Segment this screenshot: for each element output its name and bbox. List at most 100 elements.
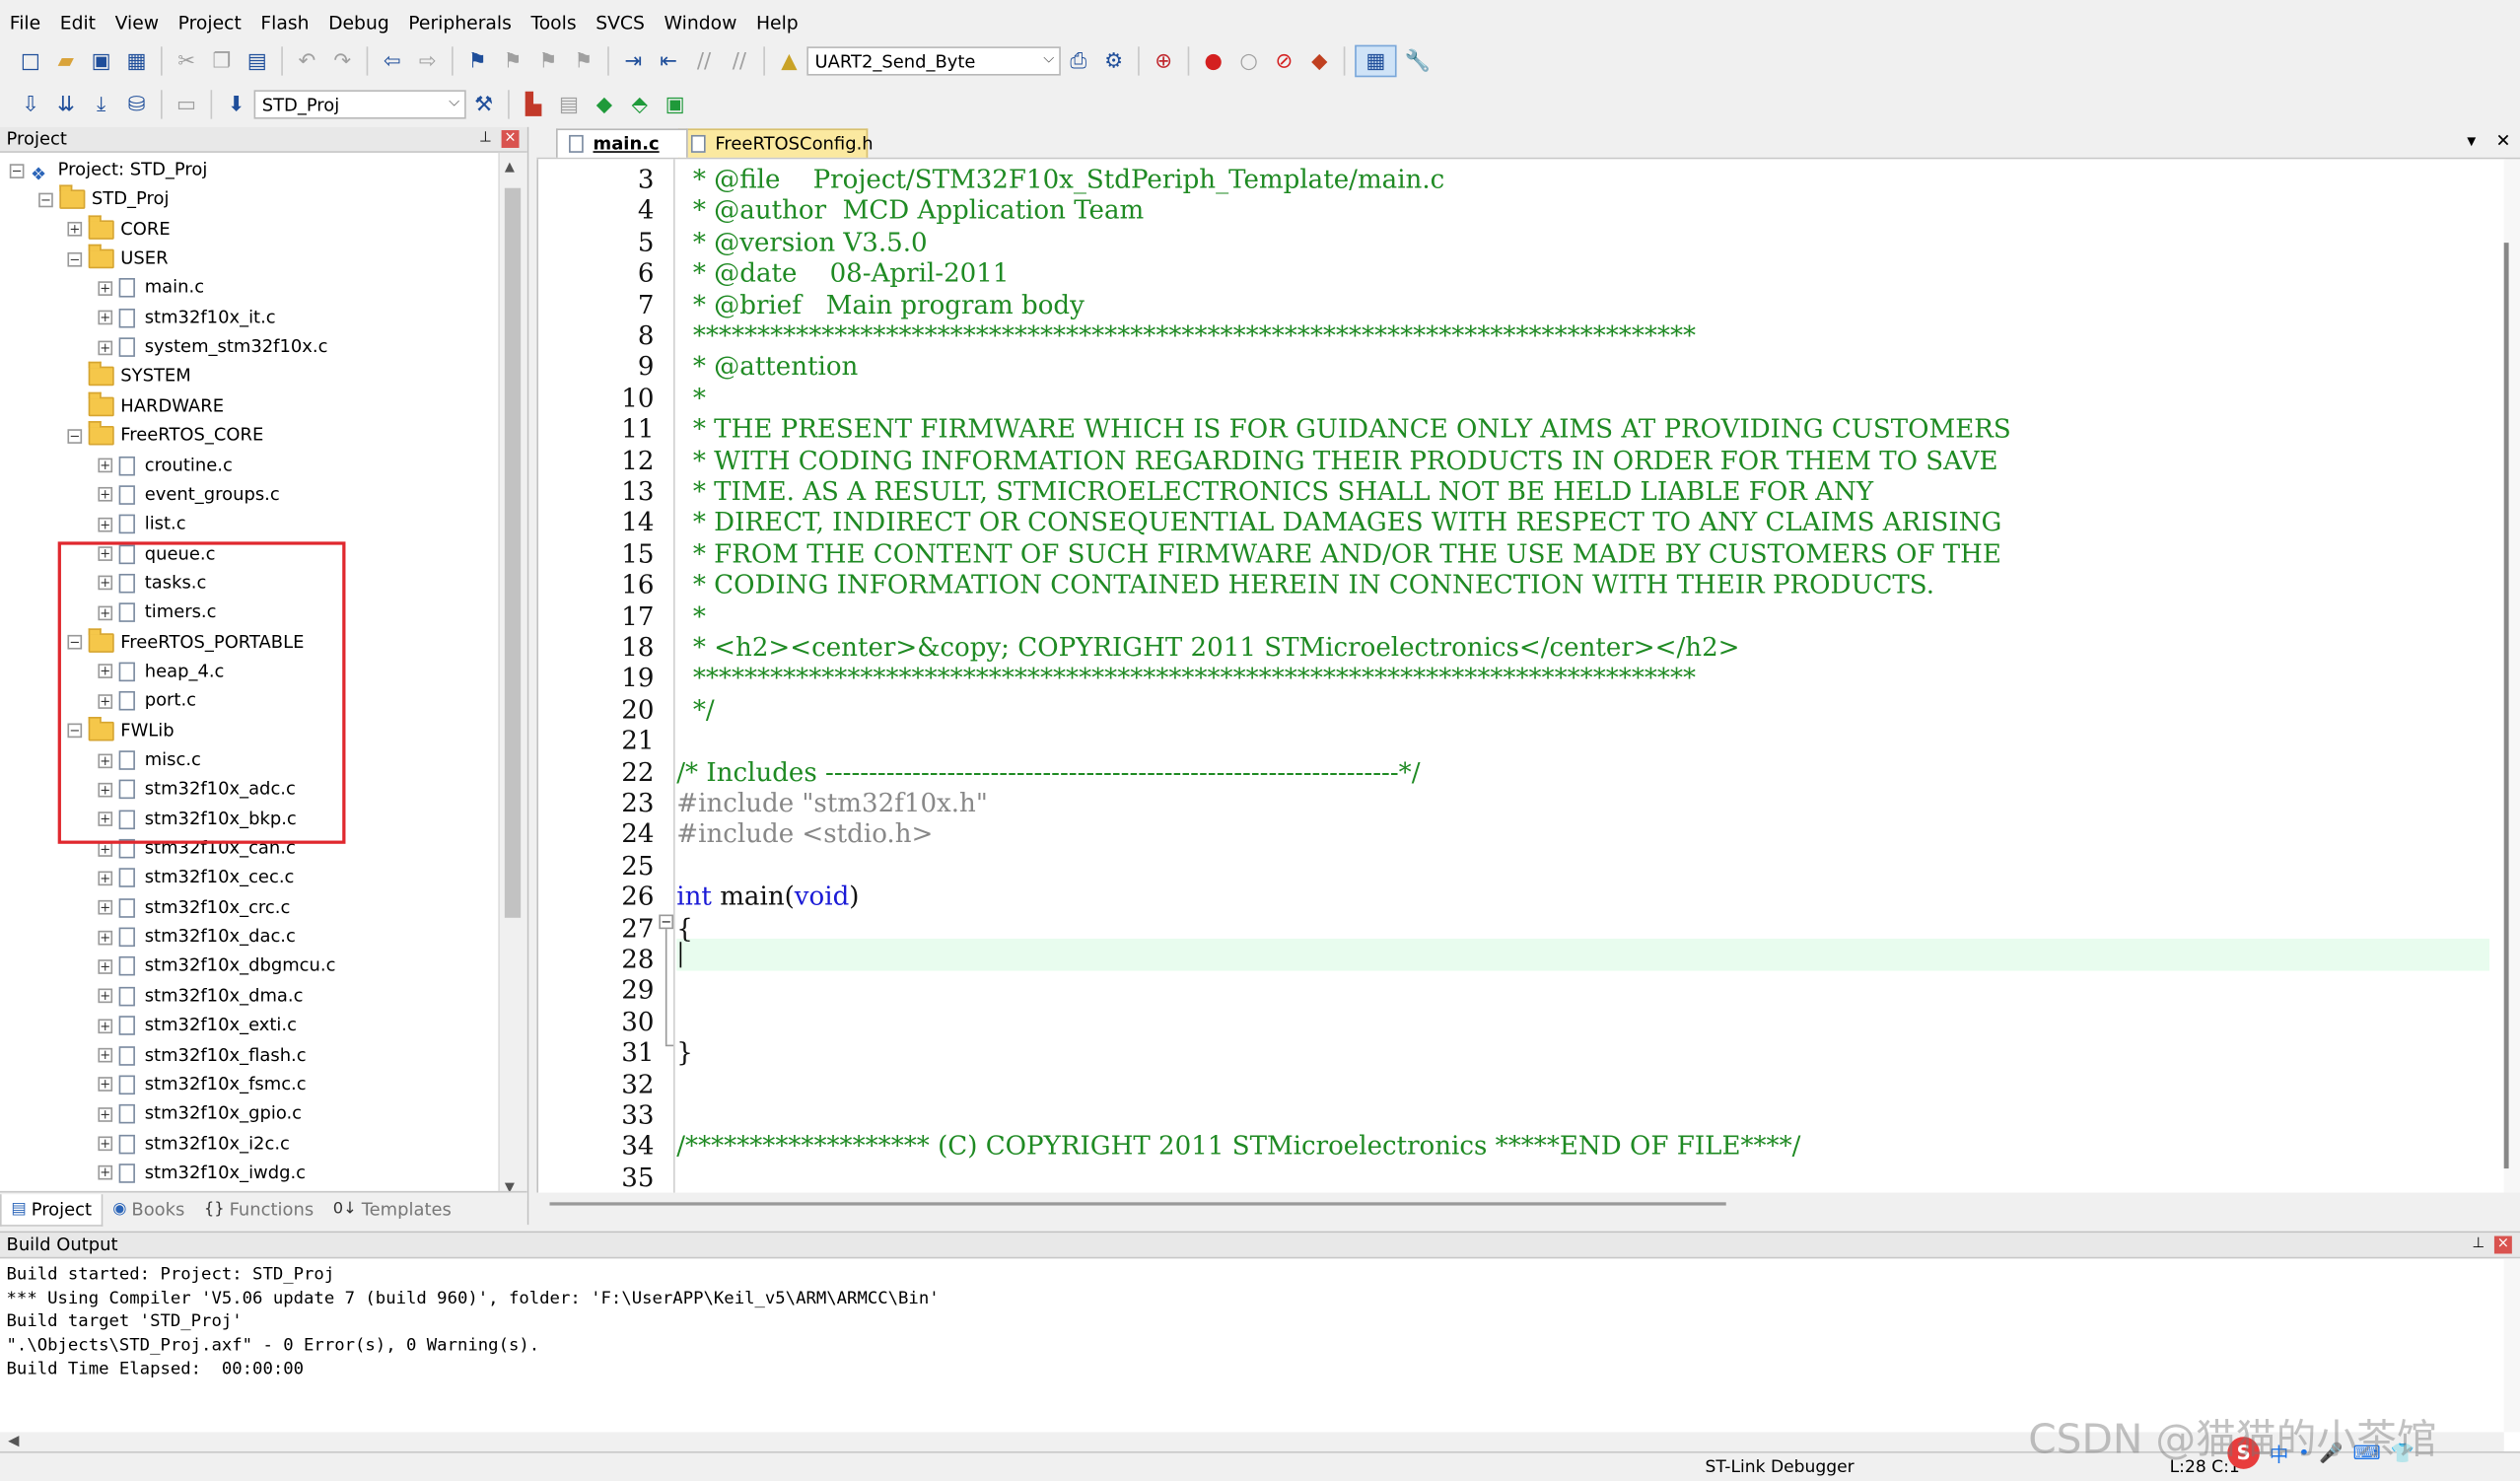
tab-project[interactable]: ▤ Project — [0, 1193, 104, 1226]
expand-icon[interactable]: + — [98, 1136, 113, 1152]
collapse-icon[interactable]: − — [67, 251, 83, 266]
tree-file-item[interactable]: + stm32f10x_iwdg.c — [98, 1159, 306, 1187]
pack-installer-icon[interactable]: ◆ — [590, 90, 618, 118]
build-icon[interactable]: ⇊ — [51, 90, 80, 118]
tree-file-item[interactable]: + stm32f10x_fsmc.c — [98, 1070, 307, 1098]
bookmark-icon[interactable]: ⚑ — [462, 46, 491, 75]
expand-icon[interactable]: + — [98, 517, 113, 532]
expand-icon[interactable]: + — [98, 900, 113, 915]
tree-file-item[interactable]: + main.c — [98, 274, 204, 303]
scroll-thumb[interactable] — [2503, 243, 2509, 1169]
breakpoint-kill-icon[interactable]: ⊘ — [1270, 46, 1298, 75]
rebuild-icon[interactable]: ⤓ — [87, 90, 115, 118]
tree-file-item[interactable]: + stm32f10x_exti.c — [98, 1012, 297, 1040]
expand-icon[interactable]: + — [98, 871, 113, 886]
tools-icon[interactable]: 🔧 — [1403, 46, 1432, 75]
expand-icon[interactable]: + — [98, 1018, 113, 1033]
find-in-files-icon[interactable]: ▲ — [775, 46, 804, 75]
close-icon[interactable]: × — [501, 130, 520, 148]
menu-edit[interactable]: Edit — [50, 7, 105, 39]
bookmark-next-icon[interactable]: ⚑ — [533, 46, 562, 75]
manage-components-icon[interactable]: ▙ — [520, 90, 548, 118]
breakpoint-kill-all-icon[interactable]: ◆ — [1305, 46, 1334, 75]
tree-folder-item[interactable]: − STD_Proj — [38, 185, 169, 214]
menu-window[interactable]: Window — [655, 7, 746, 39]
tree-file-item[interactable]: + croutine.c — [98, 451, 233, 479]
tree-file-item[interactable]: + stm32f10x_dbgmcu.c — [98, 952, 335, 981]
expand-icon[interactable]: + — [98, 1047, 113, 1063]
paste-icon[interactable]: ▤ — [243, 46, 271, 75]
project-tree-scrollbar[interactable]: ▲ ▼ — [498, 152, 527, 1201]
bookmark-prev-icon[interactable]: ⚑ — [498, 46, 526, 75]
target-options-icon[interactable]: ⚒ — [469, 90, 498, 118]
menu-view[interactable]: View — [105, 7, 169, 39]
stop-build-icon[interactable]: ▭ — [172, 90, 200, 118]
scroll-thumb[interactable] — [504, 187, 522, 918]
expand-icon[interactable]: + — [98, 988, 113, 1004]
tree-file-item[interactable]: + event_groups.c — [98, 480, 280, 509]
expand-icon[interactable]: + — [98, 487, 113, 503]
editor-vertical-scrollbar[interactable] — [2503, 159, 2520, 1193]
translate-icon[interactable]: ⇩ — [16, 90, 44, 118]
configure-icon[interactable]: ⚙ — [1099, 46, 1128, 75]
open-folder-icon[interactable]: ▰ — [51, 46, 80, 75]
expand-icon[interactable]: + — [98, 1106, 113, 1122]
tree-file-item[interactable]: + stm32f10x_cec.c — [98, 864, 294, 892]
save-all-icon[interactable]: ▦ — [122, 46, 151, 75]
file-extensions-icon[interactable]: ▤ — [554, 90, 583, 118]
code-editor[interactable]: 3 4 5 6 7 8 9 10 11 12 13 14 15 16 17 18 19 20 21 22 23 24 25 2… — [536, 159, 2506, 1193]
copy-icon[interactable]: ❐ — [207, 46, 236, 75]
select-pack-icon[interactable]: ▣ — [661, 90, 689, 118]
tree-project-root[interactable]: − ❖ Project: STD_Proj — [9, 156, 207, 184]
build-output-scrollbar[interactable] — [2503, 1258, 2520, 1433]
tree-file-item[interactable]: + stm32f10x_dma.c — [98, 982, 303, 1011]
tree-file-item[interactable]: + stm32f10x_gpio.c — [98, 1099, 302, 1128]
collapse-icon[interactable]: − — [9, 163, 25, 178]
tab-main-c[interactable]: main.c — [556, 128, 688, 158]
redo-icon[interactable]: ↷ — [328, 46, 357, 75]
uncomment-icon[interactable]: // — [725, 46, 753, 75]
batch-build-icon[interactable]: ⛁ — [122, 90, 151, 118]
pin-icon[interactable]: ⊥ — [479, 127, 492, 151]
close-tab-icon[interactable]: ✕ — [2496, 130, 2511, 151]
expand-icon[interactable]: + — [98, 311, 113, 325]
tab-list-dropdown-icon[interactable]: ▾ — [2467, 130, 2476, 151]
expand-icon[interactable]: + — [98, 930, 113, 945]
collapse-icon[interactable]: − — [38, 192, 53, 208]
unindent-icon[interactable]: ⇤ — [654, 46, 682, 75]
tree-file-item[interactable]: + stm32f10x_dac.c — [98, 923, 296, 952]
tab-templates[interactable]: 0↓ Templates — [323, 1194, 461, 1225]
breakpoint-disable-icon[interactable]: ○ — [1234, 46, 1263, 75]
menu-tools[interactable]: Tools — [522, 7, 587, 39]
menu-debug[interactable]: Debug — [318, 7, 398, 39]
menu-help[interactable]: Help — [746, 7, 807, 39]
tree-folder-item[interactable]: SYSTEM — [67, 362, 191, 390]
save-icon[interactable]: ▣ — [87, 46, 115, 75]
target-combo[interactable]: STD_Proj ⌵ — [253, 90, 466, 119]
tree-file-item[interactable]: + stm32f10x_it.c — [98, 304, 276, 332]
expand-icon[interactable]: + — [98, 281, 113, 296]
indent-icon[interactable]: ⇥ — [619, 46, 648, 75]
fold-collapse-icon[interactable]: − — [659, 914, 674, 930]
scroll-up-icon[interactable]: ▲ — [505, 159, 515, 174]
menu-svcs[interactable]: SVCS — [586, 7, 654, 39]
tab-books[interactable]: ◉ Books — [103, 1194, 194, 1225]
run-time-env-icon[interactable]: ⬘ — [625, 90, 654, 118]
find-icon[interactable]: ⎙ — [1064, 46, 1092, 75]
comment-icon[interactable]: // — [689, 46, 718, 75]
editor-horizontal-scrollbar[interactable] — [536, 1192, 2520, 1213]
tab-functions[interactable]: {} Functions — [194, 1194, 323, 1225]
breakpoint-icon[interactable]: ● — [1199, 46, 1227, 75]
tree-folder-item[interactable]: HARDWARE — [67, 391, 224, 420]
nav-back-icon[interactable]: ⇦ — [378, 46, 406, 75]
tree-file-item[interactable]: + stm32f10x_i2c.c — [98, 1129, 290, 1158]
tree-file-item[interactable]: + list.c — [98, 510, 186, 538]
tree-file-item[interactable]: + stm32f10x_crc.c — [98, 893, 290, 922]
scroll-left-icon[interactable]: ◀ — [8, 1434, 19, 1449]
menu-flash[interactable]: Flash — [251, 7, 319, 39]
menu-file[interactable]: File — [0, 7, 50, 39]
new-file-icon[interactable]: □ — [16, 46, 44, 75]
tree-file-item[interactable]: + stm32f10x_flash.c — [98, 1040, 307, 1069]
window-layout-icon[interactable]: ▦ — [1355, 44, 1397, 78]
menu-peripherals[interactable]: Peripherals — [399, 7, 522, 39]
